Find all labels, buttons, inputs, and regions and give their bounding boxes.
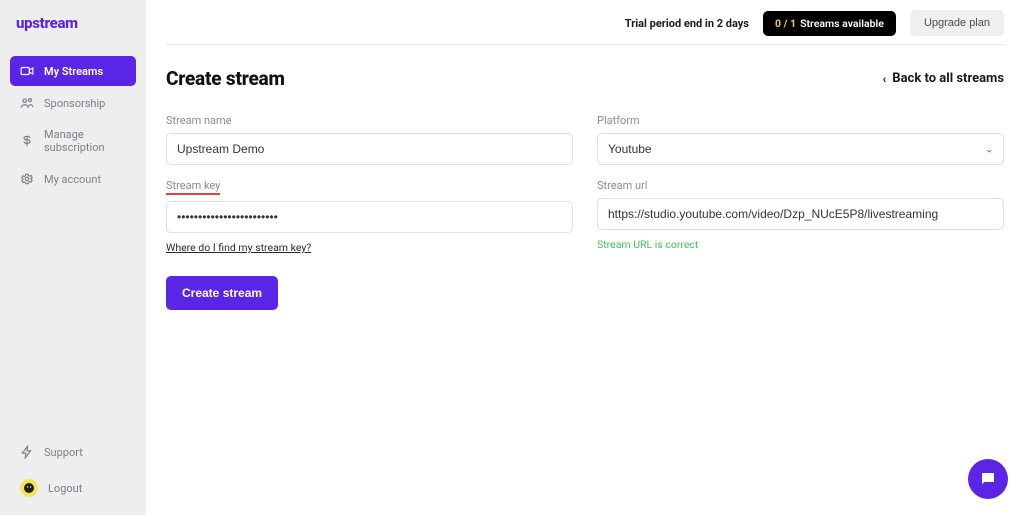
gear-icon bbox=[20, 172, 34, 186]
create-stream-button[interactable]: Create stream bbox=[166, 276, 278, 310]
chat-fab[interactable] bbox=[968, 459, 1008, 499]
streams-label: Streams available bbox=[800, 17, 884, 30]
sidebar-item-my-streams[interactable]: My Streams bbox=[10, 56, 136, 86]
stream-key-input[interactable] bbox=[166, 201, 573, 233]
chevron-left-icon: ‹ bbox=[883, 73, 887, 85]
streams-count: 0 / 1 bbox=[775, 17, 796, 30]
brand-logo: upstream bbox=[16, 14, 136, 32]
platform-select[interactable] bbox=[597, 133, 1004, 165]
platform-label: Platform bbox=[597, 114, 1004, 127]
stream-url-field: Stream url Stream URL is correct bbox=[597, 179, 1004, 254]
stream-url-input[interactable] bbox=[597, 198, 1004, 230]
users-icon bbox=[20, 96, 34, 110]
chat-icon bbox=[979, 470, 997, 488]
sidebar-nav: My Streams Sponsorship Manage subscripti… bbox=[10, 56, 136, 194]
sidebar-item-support[interactable]: Support bbox=[10, 437, 136, 467]
stream-name-input[interactable] bbox=[166, 133, 573, 165]
stream-url-label: Stream url bbox=[597, 179, 1004, 192]
upgrade-plan-button[interactable]: Upgrade plan bbox=[910, 10, 1004, 36]
stream-name-label: Stream name bbox=[166, 114, 573, 127]
topbar: Trial period end in 2 days 0 / 1 Streams… bbox=[166, 10, 1004, 45]
avatar-icon bbox=[20, 479, 38, 497]
camera-icon bbox=[20, 64, 34, 78]
sidebar-item-label: My account bbox=[44, 173, 101, 186]
back-to-all-streams-link[interactable]: ‹ Back to all streams bbox=[883, 71, 1004, 86]
streams-available-pill: 0 / 1 Streams available bbox=[763, 11, 896, 36]
stream-key-label: Stream key bbox=[166, 179, 220, 195]
sidebar-item-label: Logout bbox=[48, 482, 82, 495]
sidebar-item-label: Support bbox=[44, 446, 83, 459]
stream-key-help-link[interactable]: Where do I find my stream key? bbox=[166, 241, 573, 254]
sidebar-bottom: Support Logout bbox=[10, 437, 136, 505]
create-stream-form: Stream name Platform ⌄ Stream key Where … bbox=[166, 114, 1004, 254]
platform-field: Platform ⌄ bbox=[597, 114, 1004, 165]
sidebar-item-logout[interactable]: Logout bbox=[10, 471, 136, 505]
stream-url-hint: Stream URL is correct bbox=[597, 238, 1004, 251]
sidebar-item-my-account[interactable]: My account bbox=[10, 164, 136, 194]
page-header: Create stream ‹ Back to all streams bbox=[166, 67, 1004, 90]
stream-name-field: Stream name bbox=[166, 114, 573, 165]
sidebar-item-label: Sponsorship bbox=[44, 97, 105, 110]
main: Trial period end in 2 days 0 / 1 Streams… bbox=[146, 0, 1024, 515]
bolt-icon bbox=[20, 445, 34, 459]
sidebar-item-label: Manage subscription bbox=[44, 128, 126, 154]
sidebar: upstream My Streams Sponsorship Manage s… bbox=[0, 0, 146, 515]
page-title: Create stream bbox=[166, 67, 285, 90]
back-link-label: Back to all streams bbox=[892, 71, 1004, 86]
stream-key-field: Stream key Where do I find my stream key… bbox=[166, 179, 573, 254]
dollar-icon bbox=[20, 134, 34, 148]
sidebar-item-manage-subscription[interactable]: Manage subscription bbox=[10, 120, 136, 162]
sidebar-item-sponsorship[interactable]: Sponsorship bbox=[10, 88, 136, 118]
trial-text: Trial period end in 2 days bbox=[625, 17, 749, 30]
sidebar-item-label: My Streams bbox=[44, 65, 103, 78]
